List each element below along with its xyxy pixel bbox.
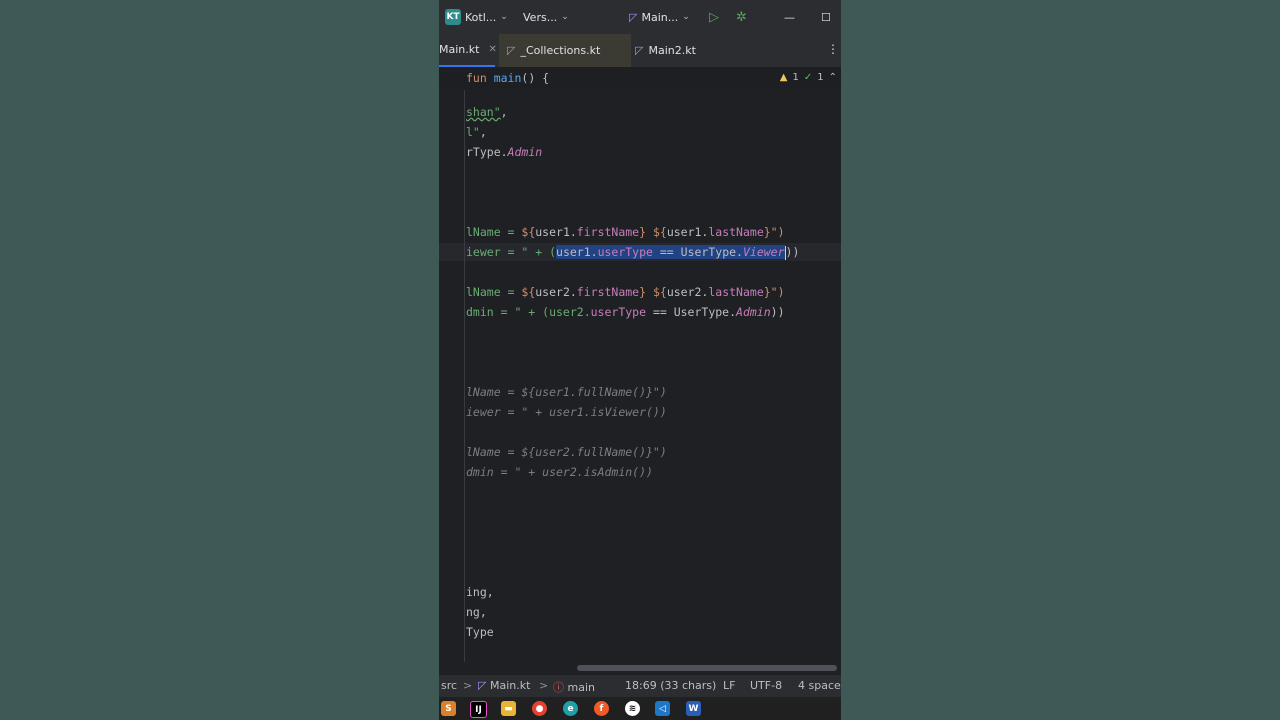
editor-tab-bar: Main.kt ✕ ◸ _Collections.kt ◸ Main2.kt ⋮ xyxy=(439,34,841,68)
chevron-down-icon: ⌄ xyxy=(682,12,690,22)
code-line: dmin = " + (user2.userType == UserType.A… xyxy=(466,305,785,319)
status-bar: src > ◸ Main.kt > ⓘ main 18:69 (33 chars… xyxy=(439,674,841,697)
run-button[interactable]: ▷ xyxy=(709,0,719,34)
code-editor[interactable]: shan", l", rType.Admin lName = ${user1.f… xyxy=(439,90,841,671)
edge-icon[interactable]: e xyxy=(563,701,578,716)
chevron-up-icon[interactable]: ⌃ xyxy=(829,72,837,83)
tab-label: Main2.kt xyxy=(648,44,696,57)
inspection-widget[interactable]: ▲ 1 ✓ 1 ⌃ xyxy=(780,72,837,83)
comment-line: lName = ${user1.fullName()}") xyxy=(466,385,667,399)
chevron-down-icon: ⌄ xyxy=(500,12,508,22)
bug-icon: ✲ xyxy=(736,9,747,25)
tab-collections-kt[interactable]: ◸ _Collections.kt xyxy=(499,34,631,67)
breadcrumb-src[interactable]: src xyxy=(441,679,457,692)
file-explorer-icon[interactable]: ▬ xyxy=(501,701,516,716)
spotify-icon[interactable]: ≋ xyxy=(625,701,640,716)
chevron-right-icon: > xyxy=(539,679,549,692)
project-badge: KT xyxy=(445,9,461,25)
kotlin-file-icon: ◸ xyxy=(507,44,516,57)
warning-count: 1 xyxy=(792,72,799,83)
debug-button[interactable]: ✲ xyxy=(736,0,747,34)
line-separator[interactable]: LF xyxy=(723,679,735,692)
code-line: l", xyxy=(466,125,487,139)
tab-label: _Collections.kt xyxy=(520,44,601,57)
function-signature[interactable]: fun main() { xyxy=(466,71,549,85)
intellij-icon[interactable]: IJ xyxy=(470,701,487,718)
kotlin-file-icon: ◸ xyxy=(629,10,638,24)
tab-label: Main.kt xyxy=(439,43,480,56)
code-line: ing, xyxy=(466,585,494,599)
right-background xyxy=(841,0,1280,720)
code-line: rType.Admin xyxy=(466,145,543,159)
code-line: Type xyxy=(466,625,494,639)
chrome-icon[interactable]: ● xyxy=(532,701,547,716)
run-config-widget[interactable]: ◸ Main... ⌄ xyxy=(629,0,690,34)
code-line: shan", xyxy=(466,105,508,119)
word-icon[interactable]: W xyxy=(686,701,701,716)
function-icon: ⓘ xyxy=(553,681,564,694)
chevron-right-icon: > xyxy=(463,679,473,692)
close-icon[interactable]: ✕ xyxy=(488,44,496,55)
firefox-icon[interactable]: f xyxy=(594,701,609,716)
vscode-icon[interactable]: ◁ xyxy=(655,701,670,716)
chevron-down-icon: ⌄ xyxy=(561,12,569,22)
vcs-label: Vers... xyxy=(523,10,558,24)
warning-icon: ▲ xyxy=(779,72,788,83)
minimize-icon: — xyxy=(784,10,795,24)
maximize-icon: ☐ xyxy=(821,10,831,24)
left-background xyxy=(0,0,439,720)
comment-line: iewer = " + user1.isViewer()) xyxy=(466,405,667,419)
check-icon: ✓ xyxy=(803,72,813,83)
ide-window: KT Kotl... ⌄ Vers... ⌄ ◸ Main... ⌄ ▷ ✲ —… xyxy=(439,0,841,720)
tab-main-kt[interactable]: Main.kt ✕ xyxy=(439,34,497,67)
run-config-label: Main... xyxy=(641,10,679,24)
kotlin-file-icon: ◸ xyxy=(635,44,644,57)
breadcrumb-function[interactable]: ⓘ main xyxy=(553,679,595,695)
check-count: 1 xyxy=(817,72,824,83)
os-taskbar: S IJ ▬ ● e f ≋ ◁ W xyxy=(439,697,841,720)
sticky-function-header: fun main() { ▲ 1 ✓ 1 ⌃ xyxy=(439,68,841,91)
more-vertical-icon[interactable]: ⋮ xyxy=(827,42,839,56)
code-line-current: iewer = " + (user1.userType == UserType.… xyxy=(466,245,800,260)
title-bar: KT Kotl... ⌄ Vers... ⌄ ◸ Main... ⌄ ▷ ✲ —… xyxy=(439,0,841,34)
sublime-icon[interactable]: S xyxy=(441,701,456,716)
indent-setting[interactable]: 4 spaces xyxy=(798,679,841,692)
project-widget[interactable]: KT Kotl... ⌄ xyxy=(445,0,508,34)
horizontal-scrollbar[interactable] xyxy=(577,665,837,671)
code-line: lName = ${user2.firstName} ${user2.lastN… xyxy=(466,285,785,299)
caret-position[interactable]: 18:69 (33 chars) xyxy=(625,679,716,692)
run-icon: ▷ xyxy=(709,9,719,25)
vcs-widget[interactable]: Vers... ⌄ xyxy=(523,0,569,34)
text-selection: user1.userType == UserType.Viewer xyxy=(556,245,785,259)
gutter-divider xyxy=(464,90,465,662)
comment-line: lName = ${user2.fullName()}") xyxy=(466,445,667,459)
code-line: ng, xyxy=(466,605,487,619)
code-line: lName = ${user1.firstName} ${user1.lastN… xyxy=(466,225,785,239)
tab-main2-kt[interactable]: ◸ Main2.kt xyxy=(635,34,696,67)
project-name: Kotl... xyxy=(465,10,497,24)
kotlin-file-icon: ◸ xyxy=(478,679,487,692)
maximize-button[interactable]: ☐ xyxy=(821,0,831,34)
breadcrumb-file[interactable]: ◸ Main.kt xyxy=(478,679,530,692)
comment-line: dmin = " + user2.isAdmin()) xyxy=(466,465,653,479)
file-encoding[interactable]: UTF-8 xyxy=(750,679,782,692)
minimize-button[interactable]: — xyxy=(784,0,795,34)
